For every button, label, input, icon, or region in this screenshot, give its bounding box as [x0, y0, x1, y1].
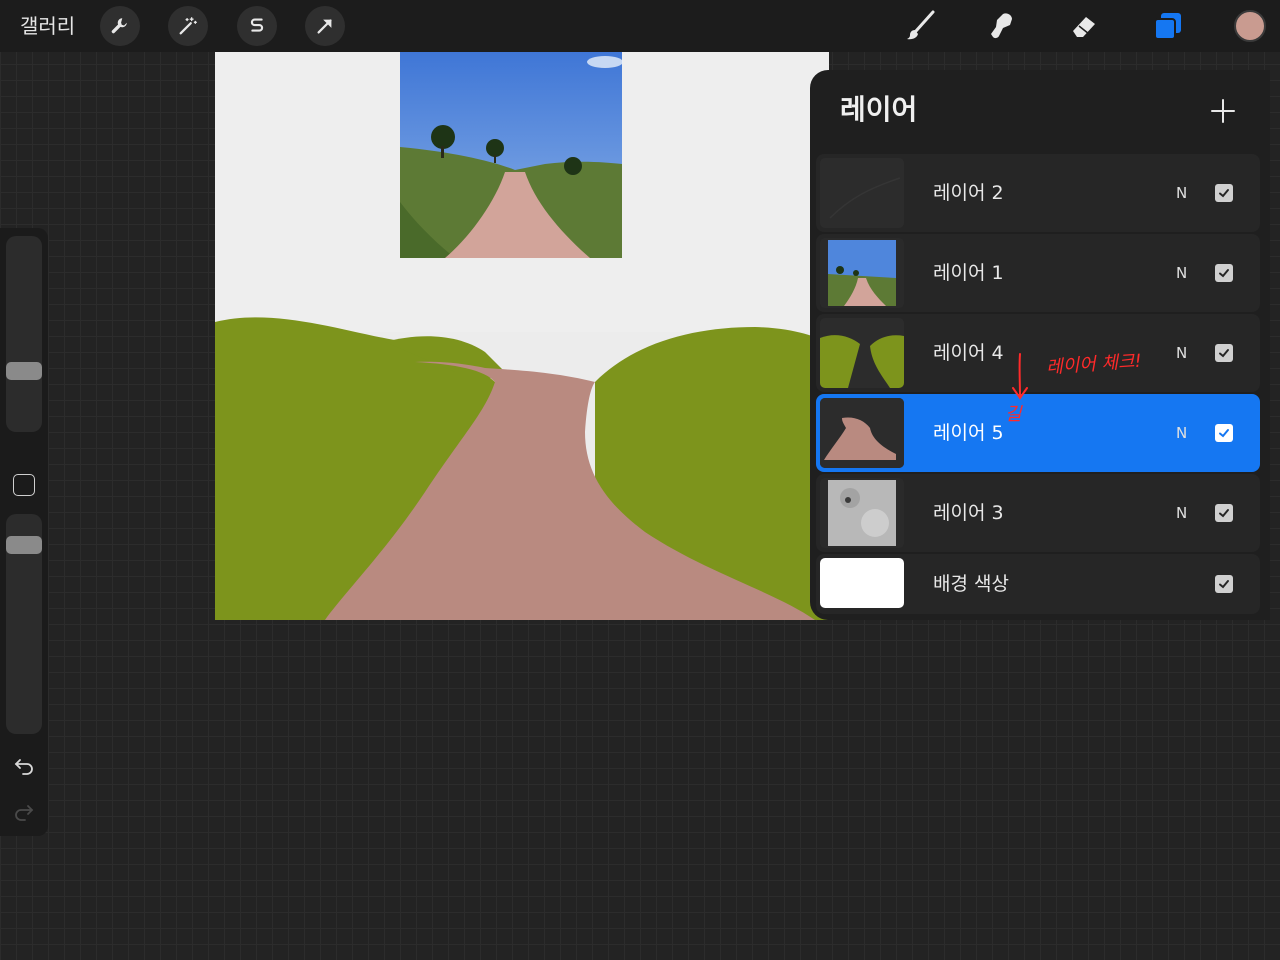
panel-title: 레이어 [840, 93, 918, 126]
magic-wand-icon[interactable] [168, 6, 208, 46]
checkmark-icon [1219, 429, 1229, 438]
layer-name: 레이어 3 [933, 502, 1004, 524]
brush-size-slider[interactable] [6, 236, 42, 432]
layer-thumbnail [820, 238, 904, 308]
eraser-icon[interactable] [1066, 8, 1102, 44]
layer-name: 레이어 5 [933, 422, 1004, 444]
layers-icon[interactable] [1150, 8, 1186, 44]
smudge-icon[interactable] [984, 8, 1020, 44]
visibility-checkbox[interactable] [1215, 344, 1233, 362]
checkmark-icon [1219, 349, 1229, 358]
blend-mode-button[interactable]: N [1176, 154, 1187, 232]
layer-thumbnail [820, 158, 904, 228]
layer-name: 배경 색상 [933, 573, 1009, 595]
layer-name: 레이어 4 [933, 342, 1004, 364]
checkmark-icon [1219, 509, 1229, 518]
visibility-checkbox[interactable] [1215, 184, 1233, 202]
checkmark-icon [1219, 189, 1229, 198]
color-picker[interactable] [1234, 10, 1266, 42]
visibility-checkbox[interactable] [1215, 264, 1233, 282]
visibility-checkbox[interactable] [1215, 424, 1233, 442]
arrow-down-icon [1012, 353, 1028, 400]
checkmark-icon [1219, 580, 1229, 589]
brush-icon[interactable] [902, 8, 938, 44]
redo-icon[interactable] [12, 800, 36, 824]
layer-name: 레이어 1 [933, 262, 1004, 284]
opacity-thumb[interactable] [6, 536, 42, 554]
drawing-canvas[interactable] [215, 52, 829, 620]
annotation-small-text: 길 [1005, 404, 1022, 425]
modify-button[interactable] [13, 474, 35, 496]
layer-row-selected[interactable]: 레이어 5 N [816, 394, 1260, 472]
undo-icon[interactable] [12, 754, 36, 778]
blend-mode-button[interactable]: N [1176, 234, 1187, 312]
brush-size-thumb[interactable] [6, 362, 42, 380]
blend-mode-button[interactable]: N [1176, 474, 1187, 552]
layer-thumbnail [820, 398, 904, 468]
layer-row[interactable]: 레이어 3 N [816, 474, 1260, 552]
blend-mode-button[interactable]: N [1176, 314, 1187, 392]
plus-icon[interactable] [1208, 96, 1238, 126]
visibility-checkbox[interactable] [1215, 575, 1233, 593]
layer-row[interactable]: 레이어 2 N [816, 154, 1260, 232]
wrench-icon[interactable] [100, 6, 140, 46]
layer-thumbnail [820, 478, 904, 548]
layers-panel: 레이어 레이어 2 N 레이어 1 N 레이어 4 N 레이어 5 N 레이어 … [810, 70, 1270, 620]
top-toolbar: 갤러리 [0, 0, 1280, 52]
transform-arrow-icon[interactable] [305, 6, 345, 46]
layer-thumbnail [820, 318, 904, 388]
layer-name: 레이어 2 [933, 182, 1004, 204]
checkmark-icon [1219, 269, 1229, 278]
layer-row[interactable]: 레이어 1 N [816, 234, 1260, 312]
visibility-checkbox[interactable] [1215, 504, 1233, 522]
background-color-row[interactable]: 배경 색상 [816, 554, 1260, 614]
selection-icon[interactable] [237, 6, 277, 46]
canvas-artwork [215, 52, 829, 620]
reference-photo [400, 52, 623, 258]
background-color-swatch [820, 558, 904, 608]
gallery-button[interactable]: 갤러리 [20, 12, 75, 40]
blend-mode-button[interactable]: N [1176, 394, 1187, 472]
layer-row[interactable]: 레이어 4 N [816, 314, 1260, 392]
left-sidebar [0, 228, 48, 836]
